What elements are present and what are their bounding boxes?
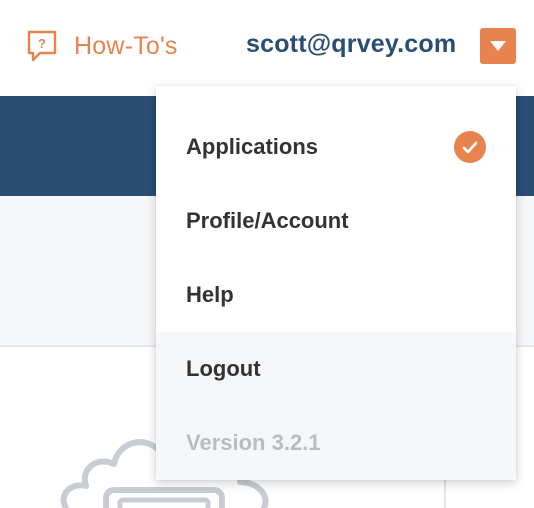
page: ? How-To's scott@qrvey.com Applications … <box>0 0 534 508</box>
user-dropdown-menu: Applications Profile/Account Help Logout… <box>156 86 516 480</box>
menu-item-label: Applications <box>186 134 319 159</box>
menu-item-label: Profile/Account <box>186 208 349 233</box>
menu-item-logout[interactable]: Logout <box>156 332 516 406</box>
user-menu-toggle-button[interactable] <box>480 28 516 64</box>
check-circle-icon <box>454 131 486 163</box>
version-text: Version 3.2.1 <box>186 430 321 455</box>
howto-link[interactable]: ? How-To's <box>26 28 178 64</box>
menu-item-help[interactable]: Help <box>156 258 516 332</box>
howto-label: How-To's <box>74 31 178 60</box>
caret-down-icon <box>490 41 506 51</box>
user-email[interactable]: scott@qrvey.com <box>246 30 456 59</box>
question-speech-bubble-icon: ? <box>27 30 57 62</box>
version-label: Version 3.2.1 <box>156 406 516 480</box>
svg-text:?: ? <box>38 36 46 51</box>
menu-item-profile-account[interactable]: Profile/Account <box>156 184 516 258</box>
menu-item-label: Logout <box>186 356 261 381</box>
menu-item-label: Help <box>186 282 234 307</box>
